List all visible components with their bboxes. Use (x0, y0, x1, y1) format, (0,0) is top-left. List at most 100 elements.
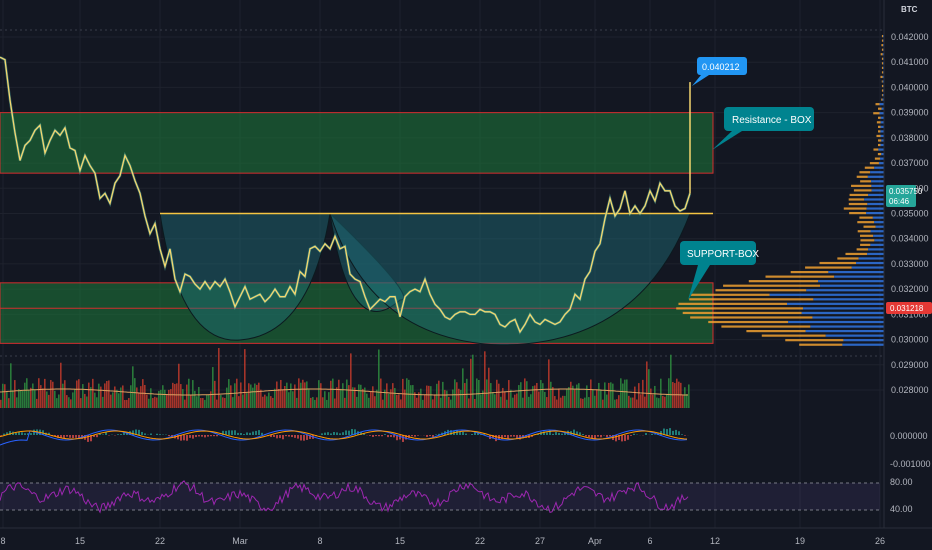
vp-bar-up (874, 166, 884, 169)
price-chart[interactable]: 0.042000 0.041000 0.040000 0.039000 0.038000… (0, 0, 932, 550)
vp-bar-down (881, 48, 884, 51)
volume-bar (48, 394, 50, 408)
vp-bar-down (849, 211, 867, 215)
volume-bar (508, 380, 510, 408)
time-tick: 15 (395, 536, 405, 546)
macd-bar (609, 435, 611, 437)
volume-bar (24, 382, 26, 408)
vp-bar-up (810, 325, 884, 328)
volume-bar (592, 389, 594, 408)
volume-bar (610, 382, 612, 408)
volume-bar (94, 392, 96, 408)
volume-bar (460, 389, 462, 408)
volume-bar (382, 399, 384, 408)
volume-bar (176, 383, 178, 408)
macd-bar (249, 432, 251, 435)
volume-bar (40, 385, 42, 408)
macd-bar (414, 435, 416, 437)
macd-bar (465, 433, 467, 435)
macd-bar (324, 432, 326, 435)
vp-bar-down (765, 275, 835, 278)
macd-bar (654, 434, 656, 435)
volume-bar (298, 378, 300, 408)
macd-bar (402, 435, 404, 442)
volume-bar (162, 385, 164, 408)
price-tick: 0.032000 (891, 284, 929, 294)
volume-bar (6, 392, 8, 408)
vp-bar-down (863, 225, 876, 228)
resistance-label: Resistance - BOX (732, 115, 812, 126)
volume-bar (646, 361, 648, 408)
volume-bar (106, 380, 108, 408)
volume-bar (150, 388, 152, 408)
volume-bar (394, 388, 396, 408)
macd-bar (327, 432, 329, 435)
macd-bar (105, 432, 107, 435)
vp-bar-up (872, 216, 884, 219)
macd-bar (168, 435, 170, 437)
volume-bar (104, 383, 106, 408)
volume-bar (432, 399, 434, 408)
vp-bar-up (868, 248, 884, 251)
macd-bar (672, 430, 674, 435)
poc-price-tag[interactable]: 0.031218 (886, 302, 932, 314)
vp-bar-down (878, 116, 881, 119)
macd-bar (399, 435, 401, 440)
macd-bar (297, 435, 299, 439)
volume-bar (124, 399, 126, 408)
volume-bar (348, 385, 350, 408)
vp-bar-down (878, 125, 881, 128)
vp-bar-down (748, 280, 819, 283)
volume-bar (356, 396, 358, 408)
volume-bar (516, 393, 518, 408)
volume-bar (586, 385, 588, 408)
macd-bar (183, 435, 185, 441)
macd-bar (669, 428, 671, 435)
volume-bar (234, 383, 236, 408)
volume-bar (26, 378, 28, 408)
volume-bar (440, 397, 442, 408)
volume-bar (576, 384, 578, 408)
volume-bar (612, 383, 614, 408)
vp-bar-down (860, 239, 875, 242)
macd-bar (15, 432, 17, 435)
price-axis[interactable]: 0.042000 0.041000 0.040000 0.039000 0.038000… (891, 32, 929, 395)
vp-bar-down (860, 234, 874, 237)
volume-bar (216, 399, 218, 408)
resistance-box[interactable] (0, 112, 714, 174)
vp-bar-down (881, 39, 884, 42)
volume-bar (182, 389, 184, 408)
volume-bar (598, 382, 600, 408)
vp-bar-up (867, 252, 884, 256)
volume-bar (2, 383, 4, 408)
macd-bar (294, 435, 296, 438)
volume-bar (64, 380, 66, 408)
vp-bar-up (843, 339, 884, 342)
volume-bar (76, 380, 78, 408)
vp-bar-down (859, 216, 873, 219)
vp-bar-down (761, 334, 826, 337)
macd-bar (372, 435, 374, 437)
volume-bar (200, 397, 202, 408)
volume-bar (584, 397, 586, 408)
macd-bar (195, 435, 197, 438)
volume-bar (512, 397, 514, 408)
vp-bar-up (851, 266, 884, 269)
price-tick: 0.042000 (891, 32, 929, 42)
volume-bar (138, 393, 140, 408)
volume-bar (146, 394, 148, 408)
time-tick: 15 (75, 536, 85, 546)
volume-bar (66, 395, 68, 408)
volume-bar (428, 385, 430, 408)
volume-bar (430, 386, 432, 408)
volume-bar (262, 396, 264, 408)
macd-bar (555, 432, 557, 435)
volume-bar (614, 399, 616, 408)
macd-bar (393, 435, 395, 438)
volume-bar (292, 391, 294, 408)
volume-bar (406, 378, 408, 408)
volume-bar (144, 385, 146, 408)
vp-bar-down (848, 202, 868, 206)
macd-bar (651, 433, 653, 435)
volume-bar (422, 399, 424, 408)
